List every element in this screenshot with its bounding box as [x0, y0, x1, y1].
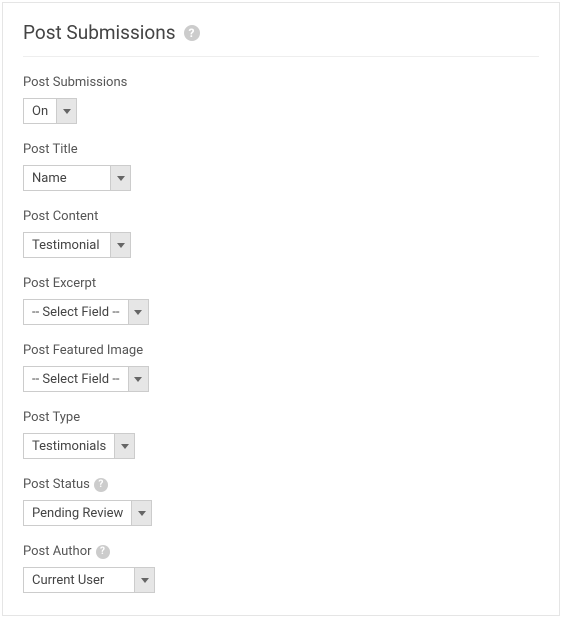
select-value: -- Select Field -- [24, 300, 128, 324]
panel-header: Post Submissions ? [23, 21, 539, 57]
post-submissions-select[interactable]: On [23, 98, 77, 124]
label-text: Post Featured Image [23, 343, 143, 358]
label-text: Post Author [23, 544, 92, 559]
field-label: Post Submissions [23, 75, 539, 90]
field-label: Post Status ? [23, 477, 539, 492]
post-submissions-panel: Post Submissions ? Post Submissions On P… [2, 2, 560, 616]
post-excerpt-select[interactable]: -- Select Field -- [23, 299, 149, 325]
select-value: Testimonial [24, 233, 110, 257]
field-post-status: Post Status ? Pending Review [23, 477, 539, 526]
field-post-excerpt: Post Excerpt -- Select Field -- [23, 276, 539, 325]
post-status-select[interactable]: Pending Review [23, 500, 152, 526]
help-icon[interactable]: ? [96, 545, 110, 559]
label-text: Post Content [23, 209, 98, 224]
chevron-down-icon [114, 434, 134, 458]
select-value: Current User [24, 568, 134, 592]
select-value: Pending Review [24, 501, 131, 525]
post-type-select[interactable]: Testimonials [23, 433, 135, 459]
select-value: On [24, 99, 56, 123]
panel-title: Post Submissions [23, 21, 176, 44]
post-content-select[interactable]: Testimonial [23, 232, 131, 258]
post-author-select[interactable]: Current User [23, 567, 155, 593]
field-label: Post Type [23, 410, 539, 425]
post-title-select[interactable]: Name [23, 165, 131, 191]
label-text: Post Type [23, 410, 80, 425]
label-text: Post Excerpt [23, 276, 96, 291]
chevron-down-icon [134, 568, 154, 592]
label-text: Post Title [23, 142, 78, 157]
field-post-submissions: Post Submissions On [23, 75, 539, 124]
chevron-down-icon [110, 233, 130, 257]
field-post-author: Post Author ? Current User [23, 544, 539, 593]
help-icon[interactable]: ? [94, 478, 108, 492]
select-value: -- Select Field -- [24, 367, 128, 391]
field-post-type: Post Type Testimonials [23, 410, 539, 459]
field-post-featured-image: Post Featured Image -- Select Field -- [23, 343, 539, 392]
chevron-down-icon [56, 99, 76, 123]
label-text: Post Status [23, 477, 90, 492]
field-label: Post Excerpt [23, 276, 539, 291]
field-post-content: Post Content Testimonial [23, 209, 539, 258]
help-icon[interactable]: ? [184, 25, 200, 41]
select-value: Name [24, 166, 110, 190]
label-text: Post Submissions [23, 75, 127, 90]
field-label: Post Content [23, 209, 539, 224]
post-featured-image-select[interactable]: -- Select Field -- [23, 366, 149, 392]
field-label: Post Featured Image [23, 343, 539, 358]
field-label: Post Title [23, 142, 539, 157]
chevron-down-icon [131, 501, 151, 525]
field-label: Post Author ? [23, 544, 539, 559]
chevron-down-icon [128, 300, 148, 324]
select-value: Testimonials [24, 434, 114, 458]
chevron-down-icon [128, 367, 148, 391]
field-post-title: Post Title Name [23, 142, 539, 191]
chevron-down-icon [110, 166, 130, 190]
